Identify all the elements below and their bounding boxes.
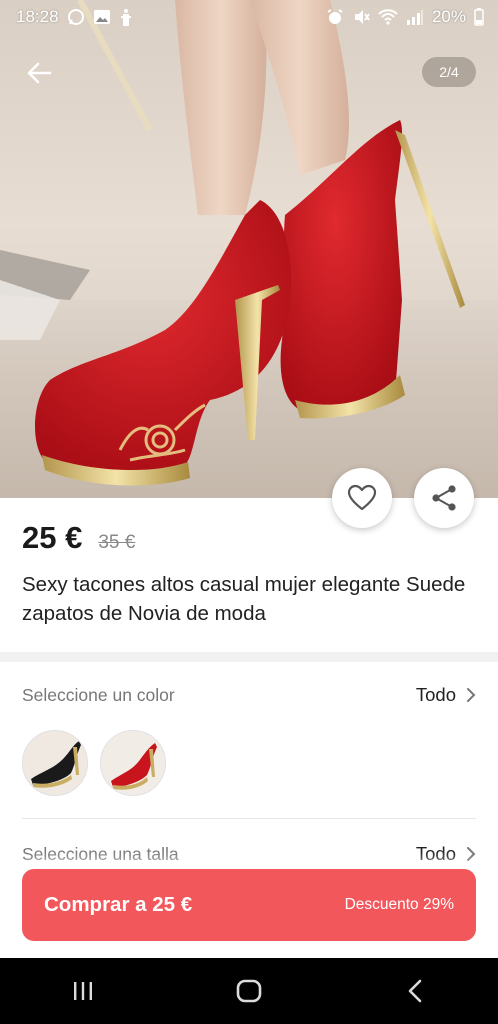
- color-swatch-black[interactable]: [22, 730, 88, 796]
- size-see-all-button[interactable]: Todo: [416, 843, 476, 865]
- color-see-all-label: Todo: [415, 684, 456, 705]
- wifi-icon: [378, 9, 398, 25]
- size-see-all-label: Todo: [415, 843, 456, 864]
- original-price: 35 €: [98, 532, 136, 553]
- section-divider: [0, 652, 498, 662]
- color-swatch-red[interactable]: [100, 730, 166, 796]
- signal-icon: [406, 9, 424, 25]
- battery-icon: [474, 8, 484, 26]
- arrow-left-icon: [27, 62, 52, 84]
- alarm-icon: [326, 8, 344, 26]
- mute-icon: [352, 8, 370, 26]
- recent-apps-icon: [74, 982, 92, 1000]
- color-see-all-button[interactable]: Todo: [416, 684, 476, 706]
- gallery-icon: [93, 9, 111, 25]
- share-icon: [432, 485, 456, 511]
- favorite-button[interactable]: [332, 468, 392, 528]
- battery-percent: 20%: [431, 7, 466, 26]
- buy-button-label: Comprar a 25 €: [44, 893, 193, 916]
- back-nav-button[interactable]: [380, 966, 450, 1016]
- price-row: 25 € 35 €: [22, 520, 135, 556]
- share-button[interactable]: [414, 468, 474, 528]
- size-option-row[interactable]: Seleccione una talla Todo: [22, 843, 476, 865]
- discount-badge: Descuento 29%: [344, 896, 454, 913]
- gallery-page-indicator: 2/4: [422, 57, 476, 87]
- red-shoe-thumbnail: [101, 731, 165, 795]
- whatsapp-icon: [67, 8, 85, 26]
- current-price: 25 €: [22, 520, 83, 555]
- black-shoe-thumbnail: [23, 731, 87, 795]
- size-option-label: Seleccione una talla: [22, 843, 179, 864]
- system-navigation-bar: [0, 958, 498, 1024]
- chevron-left-icon: [408, 979, 422, 1003]
- back-button[interactable]: [18, 52, 60, 94]
- buy-button[interactable]: Comprar a 25 € Descuento 29%: [22, 869, 476, 941]
- status-time: 18:28: [16, 7, 59, 26]
- color-swatches: [22, 730, 166, 796]
- home-icon: [236, 979, 262, 1003]
- chevron-right-icon: [467, 688, 476, 702]
- home-button[interactable]: [214, 966, 284, 1016]
- heart-icon: [347, 484, 377, 511]
- color-option-row[interactable]: Seleccione un color Todo: [22, 684, 476, 706]
- chevron-right-icon: [467, 847, 476, 861]
- recent-apps-button[interactable]: [48, 966, 118, 1016]
- row-divider: [22, 818, 476, 819]
- product-title: Sexy tacones altos casual mujer elegante…: [22, 573, 466, 625]
- status-bar: 18:28 20%: [0, 0, 498, 34]
- accessibility-icon: [119, 8, 133, 26]
- color-option-label: Seleccione un color: [22, 684, 175, 705]
